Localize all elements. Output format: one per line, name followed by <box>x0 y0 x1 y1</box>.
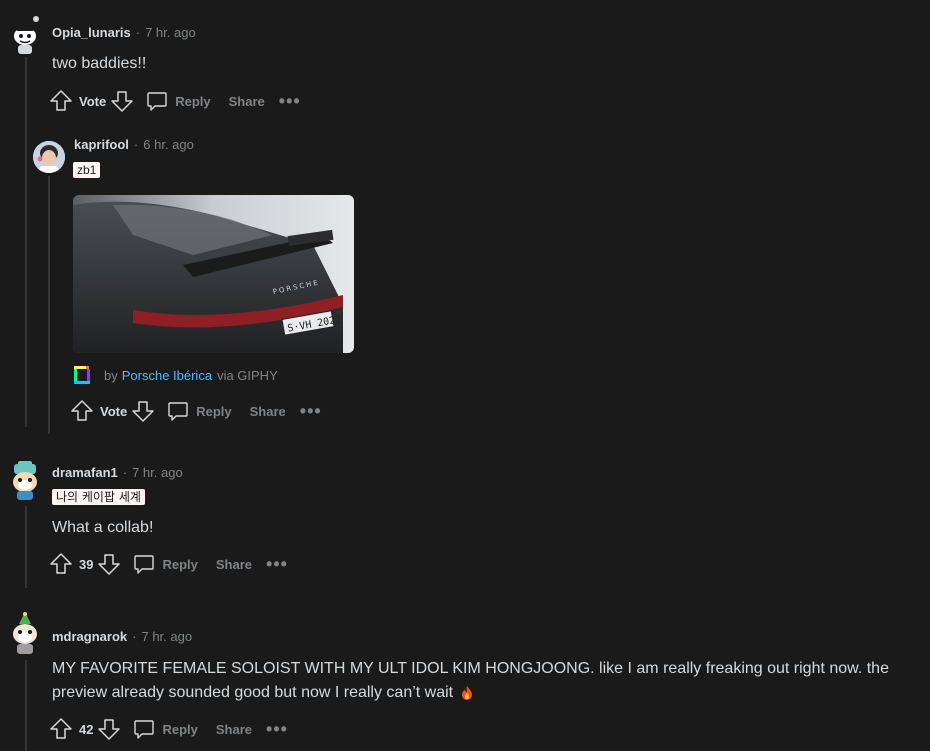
reply-label: Reply <box>162 556 198 572</box>
reply-button[interactable]: Reply <box>146 90 211 112</box>
timestamp[interactable]: 7 hr. ago <box>132 465 183 480</box>
user-photo-avatar <box>33 141 65 173</box>
avatar[interactable] <box>8 14 44 54</box>
share-label: Share <box>215 556 253 572</box>
comment-thread: Opia_lunaris · 7 hr. ago two baddies!! V… <box>0 0 930 751</box>
avatar[interactable] <box>33 141 65 173</box>
share-label: Share <box>249 403 286 419</box>
comment-actions: Vote Reply Share ••• <box>70 399 322 423</box>
upvote-icon[interactable] <box>49 717 73 741</box>
thread-line[interactable] <box>48 176 50 434</box>
downvote-icon[interactable] <box>97 717 121 741</box>
user-flair: zb1 <box>73 162 101 178</box>
reply-icon <box>134 555 155 574</box>
reply-button[interactable]: Reply <box>167 400 232 422</box>
share-button[interactable]: Share <box>229 94 265 109</box>
comment-header: mdragnarok · 7 hr. ago <box>52 629 192 644</box>
comment-body: MY FAVORITE FEMALE SOLOIST WITH MY ULT I… <box>52 657 912 705</box>
thread-line[interactable] <box>25 506 27 588</box>
username[interactable]: kaprifool <box>74 137 129 152</box>
comment-body-text: preview already sounded good but now I r… <box>52 684 454 701</box>
reply-icon <box>168 402 188 421</box>
upvote-icon[interactable] <box>70 399 94 423</box>
timestamp[interactable]: 6 hr. ago <box>143 137 194 152</box>
separator: · <box>122 465 128 480</box>
giphy-by-label: by <box>104 367 118 383</box>
snoo-avatar-icon <box>14 16 39 54</box>
reply-icon <box>147 92 167 111</box>
comment-header: dramafan1 · 7 hr. ago <box>52 465 183 480</box>
username[interactable]: dramafan1 <box>52 465 118 480</box>
vote-count: Vote <box>100 403 128 419</box>
comment-body-line: preview already sounded good but now I r… <box>52 681 912 705</box>
car-gif-image: S·VH 2022 PORSCHE <box>73 195 354 353</box>
comment-actions: 42 Reply Share ••• <box>49 717 288 741</box>
giphy-author-link[interactable]: Porsche Ibérica <box>122 368 212 383</box>
upvote-icon[interactable] <box>49 552 73 576</box>
share-button[interactable]: Share <box>216 722 252 737</box>
username[interactable]: Opia_lunaris <box>52 25 131 40</box>
reply-button[interactable]: Reply <box>133 553 198 575</box>
timestamp[interactable]: 7 hr. ago <box>141 629 192 644</box>
vote-count: Vote <box>79 93 107 109</box>
separator: · <box>132 629 137 644</box>
gif-attribution: by Porsche Ibérica via GIPHY <box>72 364 278 386</box>
downvote-icon[interactable] <box>110 89 134 113</box>
comment-body: two baddies!! <box>52 55 147 72</box>
share-label: Share <box>228 93 265 109</box>
vote-count: 42 <box>79 721 94 737</box>
reply-label: Reply <box>162 721 198 737</box>
upvote-icon[interactable] <box>49 89 73 113</box>
avatar[interactable] <box>8 460 42 502</box>
comment-body-line: MY FAVORITE FEMALE SOLOIST WITH MY ULT I… <box>52 660 889 677</box>
downvote-icon[interactable] <box>97 552 121 576</box>
snoo-avatar-icon <box>13 461 37 500</box>
thread-line[interactable] <box>25 57 27 427</box>
timestamp[interactable]: 7 hr. ago <box>145 25 196 40</box>
comment-body: What a collab! <box>52 519 154 536</box>
more-options-button[interactable]: ••• <box>300 402 322 420</box>
comment-actions: Vote Reply Share ••• <box>49 89 301 113</box>
reply-label: Reply <box>175 93 211 109</box>
gif-image[interactable]: S·VH 2022 PORSCHE <box>73 195 354 353</box>
separator: · <box>135 25 141 40</box>
username[interactable]: mdragnarok <box>52 629 127 644</box>
share-button[interactable]: Share <box>250 404 286 419</box>
more-options-button[interactable]: ••• <box>266 720 288 738</box>
comment-actions: 39 Reply Share ••• <box>49 552 288 576</box>
reply-label: Reply <box>196 403 232 419</box>
giphy-logo-icon <box>74 366 90 384</box>
share-label: Share <box>215 721 253 737</box>
giphy-via-label: via GIPHY <box>217 367 278 383</box>
more-options-button[interactable]: ••• <box>266 555 288 573</box>
user-flair: 나의 케이팝 세계 <box>52 489 145 505</box>
thread-line[interactable] <box>25 660 27 751</box>
separator: · <box>133 137 139 152</box>
vote-count: 39 <box>79 556 94 572</box>
avatar[interactable] <box>8 612 42 656</box>
reply-button[interactable]: Reply <box>133 718 198 740</box>
reply-icon <box>134 720 155 739</box>
snoo-avatar-icon <box>13 612 37 654</box>
more-options-button[interactable]: ••• <box>279 92 301 110</box>
downvote-icon[interactable] <box>131 399 155 423</box>
fire-emoji-icon <box>462 686 473 700</box>
comment-header: kaprifool · 6 hr. ago <box>74 137 194 152</box>
share-button[interactable]: Share <box>216 557 252 572</box>
comment-header: Opia_lunaris · 7 hr. ago <box>52 25 196 40</box>
